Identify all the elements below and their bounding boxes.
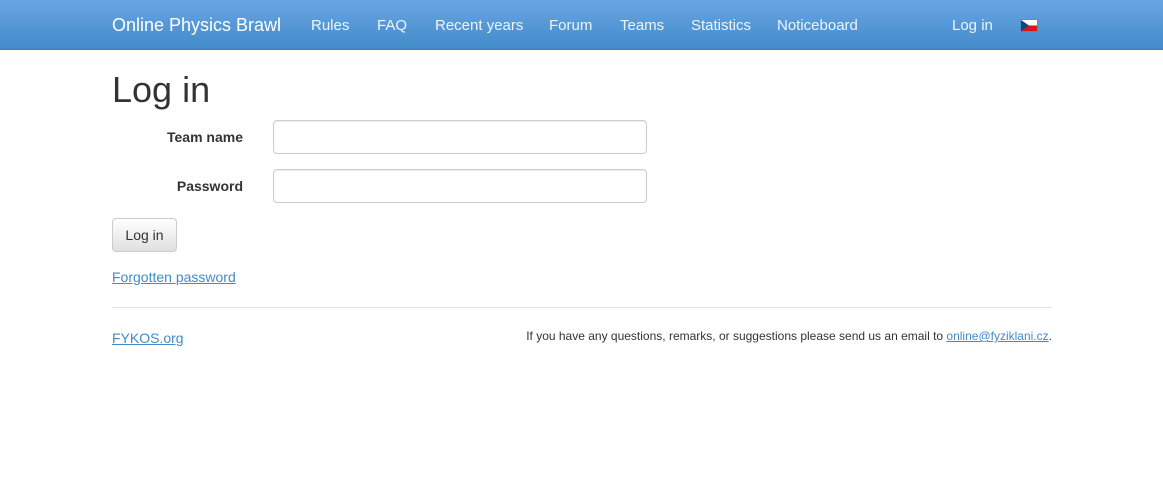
- login-button[interactable]: Log in: [112, 218, 177, 252]
- forgotten-password-link[interactable]: Forgotten password: [112, 268, 236, 286]
- czech-flag-icon[interactable]: [1021, 20, 1037, 31]
- footer-note-suffix: .: [1048, 329, 1052, 343]
- nav-item-faq[interactable]: FAQ: [377, 17, 407, 35]
- nav-item-rules[interactable]: Rules: [311, 17, 349, 35]
- contact-email-link[interactable]: online@fyziklani.cz: [946, 329, 1048, 343]
- team-name-label: Team name: [167, 129, 243, 145]
- password-label: Password: [176, 178, 243, 194]
- nav-login-link[interactable]: Log in: [952, 17, 993, 35]
- brand-link[interactable]: Online Physics Brawl: [112, 15, 281, 35]
- nav-item-statistics[interactable]: Statistics: [691, 17, 751, 35]
- nav-item-teams[interactable]: Teams: [620, 17, 664, 35]
- password-input[interactable]: [273, 169, 647, 203]
- footer-note-text: If you have any questions, remarks, or s…: [526, 329, 947, 343]
- nav-item-forum[interactable]: Forum: [549, 17, 592, 35]
- footer-divider: [112, 307, 1052, 308]
- team-name-input[interactable]: [273, 120, 647, 154]
- nav-item-noticeboard[interactable]: Noticeboard: [777, 17, 858, 35]
- top-navbar: Online Physics Brawl Rules FAQ Recent ye…: [0, 0, 1163, 50]
- page-title: Log in: [112, 69, 211, 110]
- nav-item-recent-years[interactable]: Recent years: [435, 17, 523, 35]
- fykos-link[interactable]: FYKOS.org: [112, 329, 184, 347]
- footer-contact-note: If you have any questions, remarks, or s…: [526, 328, 1052, 344]
